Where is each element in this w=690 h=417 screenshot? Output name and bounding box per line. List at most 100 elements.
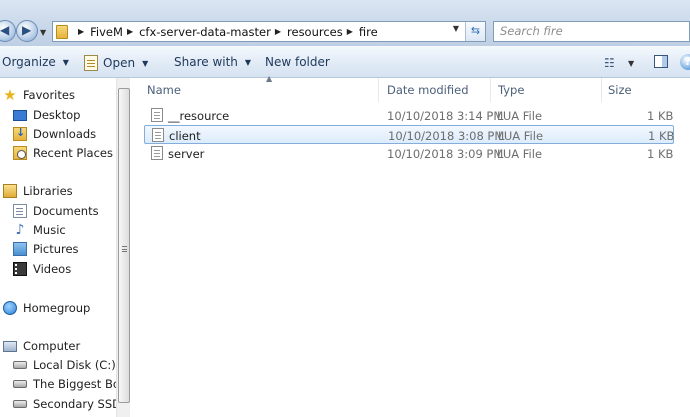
breadcrumb-label[interactable]: fire: [359, 25, 378, 39]
file-row-resource[interactable]: __resource 10/10/2018 3:14 PM LUA File 1…: [144, 106, 674, 125]
homegroup-icon: [3, 301, 17, 315]
column-label: Date modified: [387, 83, 469, 97]
navigation-pane: ★ Favorites Desktop Downloads Recent Pla…: [0, 78, 116, 417]
nav-recent-places[interactable]: Recent Places: [13, 146, 113, 160]
lua-file-icon: [151, 146, 163, 160]
search-input[interactable]: Search fire: [493, 21, 690, 42]
breadcrumb-label[interactable]: cfx-server-data-master: [139, 25, 271, 39]
breadcrumb-label[interactable]: FiveM: [90, 25, 123, 39]
file-name: client: [169, 129, 201, 143]
nav-secondary-ssd[interactable]: Secondary SSD (E: [13, 397, 116, 411]
address-dropdown-chevron-icon[interactable]: ▼: [453, 24, 459, 33]
refresh-icon: ⇆: [470, 24, 481, 37]
refresh-button[interactable]: ⇆: [465, 22, 485, 41]
file-size: 1 KB: [647, 147, 674, 161]
desktop-icon: [13, 109, 27, 121]
address-bar[interactable]: ▶ FiveM ▶ cfx-server-data-master ▶ resou…: [52, 21, 486, 42]
nav-the-biggest-boy[interactable]: The Biggest Boy: [13, 377, 116, 391]
disk-drive-icon: [13, 400, 27, 408]
nav-desktop[interactable]: Desktop: [13, 108, 80, 122]
column-header-size[interactable]: Size: [602, 78, 690, 102]
file-name: __resource: [168, 109, 230, 123]
breadcrumb-fire[interactable]: ▶ fire: [343, 25, 378, 39]
recent-places-icon: [13, 146, 27, 160]
chevron-right-icon[interactable]: ▶: [275, 27, 281, 36]
file-date-modified: 10/10/2018 3:08 PM: [388, 129, 505, 143]
nav-downloads[interactable]: Downloads: [13, 126, 97, 141]
nav-label: Secondary SSD (E: [33, 397, 116, 411]
nav-computer[interactable]: Computer: [3, 339, 80, 353]
nav-label: Favorites: [23, 88, 75, 102]
organize-label: Organize: [2, 55, 56, 69]
column-header-date-modified[interactable]: Date modified: [381, 78, 491, 102]
chevron-down-icon: ▼: [62, 57, 69, 67]
breadcrumb-resources[interactable]: ▶ resources: [271, 25, 343, 39]
sort-ascending-icon: ▲: [266, 74, 273, 83]
file-icon: [84, 55, 98, 71]
recent-pages-chevron-icon[interactable]: ▼: [40, 28, 46, 37]
nav-label: Libraries: [23, 184, 73, 198]
nav-label: Desktop: [33, 108, 81, 122]
column-header-type[interactable]: Type: [492, 78, 602, 102]
file-type: LUA File: [497, 147, 543, 161]
star-icon: ★: [3, 86, 17, 104]
new-folder-button[interactable]: New folder: [265, 55, 330, 69]
column-header-name[interactable]: ▲ Name: [141, 74, 379, 102]
computer-icon: [3, 340, 17, 352]
breadcrumb-cfx-server-data-master[interactable]: ▶ cfx-server-data-master: [123, 25, 271, 39]
nav-label: Computer: [23, 339, 81, 353]
arrow-right-icon: ▶: [22, 23, 32, 37]
nav-label: Downloads: [33, 127, 97, 141]
folder-icon: [56, 24, 68, 39]
chevron-right-icon[interactable]: ▶: [347, 27, 353, 36]
lua-file-icon: [152, 128, 164, 142]
lua-file-icon: [151, 108, 163, 122]
help-icon[interactable]: ?: [680, 54, 690, 70]
navigation-scrollbar[interactable]: [116, 78, 130, 417]
open-button[interactable]: Open ▼: [84, 55, 148, 71]
nav-videos[interactable]: Videos: [13, 262, 71, 276]
share-with-button[interactable]: Share with ▼: [174, 55, 251, 69]
file-date-modified: 10/10/2018 3:09 PM: [387, 147, 504, 161]
nav-favorites[interactable]: ★ Favorites: [3, 86, 75, 104]
downloads-folder-icon: [13, 126, 27, 141]
nav-label: Local Disk (C:): [33, 358, 116, 372]
nav-label: Videos: [33, 262, 72, 276]
nav-libraries[interactable]: Libraries: [3, 184, 73, 198]
chevron-down-icon[interactable]: ▼: [628, 59, 634, 68]
new-folder-label: New folder: [265, 55, 330, 69]
nav-label: The Biggest Boy: [33, 377, 116, 391]
view-options-icon[interactable]: ☷: [604, 56, 615, 70]
nav-music[interactable]: ♪ Music: [13, 223, 66, 237]
grip-icon: [122, 246, 127, 252]
scrollbar-thumb[interactable]: [118, 88, 130, 403]
organize-button[interactable]: Organize ▼: [2, 55, 69, 69]
breadcrumb-label[interactable]: resources: [287, 25, 343, 39]
open-label: Open: [103, 56, 136, 70]
forward-button[interactable]: ▶: [16, 20, 38, 42]
nav-label: Documents: [33, 204, 99, 218]
documents-icon: [13, 204, 27, 218]
chevron-right-icon[interactable]: ▶: [127, 27, 133, 36]
nav-local-disk[interactable]: Local Disk (C:): [13, 358, 116, 372]
preview-pane-icon[interactable]: [654, 55, 668, 68]
nav-label: Pictures: [33, 242, 79, 256]
disk-drive-icon: [13, 380, 27, 388]
nav-label: Recent Places: [33, 146, 113, 160]
libraries-icon: [3, 184, 17, 198]
breadcrumb-fivem[interactable]: ▶ FiveM: [74, 25, 123, 39]
nav-label: Homegroup: [23, 301, 91, 315]
pictures-icon: [13, 242, 27, 256]
chevron-down-icon: ▼: [244, 57, 252, 67]
file-list: ▲ Name Date modified Type Size __resourc…: [131, 74, 690, 417]
nav-label: Music: [33, 223, 66, 237]
videos-icon: [13, 262, 29, 276]
nav-pictures[interactable]: Pictures: [13, 242, 79, 256]
back-button[interactable]: ◀: [0, 20, 16, 42]
chevron-right-icon[interactable]: ▶: [78, 27, 84, 36]
nav-documents[interactable]: Documents: [13, 204, 99, 218]
file-row-client[interactable]: client 10/10/2018 3:08 PM LUA File 1 KB: [144, 125, 674, 144]
nav-homegroup[interactable]: Homegroup: [3, 301, 90, 315]
file-row-server[interactable]: server 10/10/2018 3:09 PM LUA File 1 KB: [144, 144, 674, 163]
column-label: Name: [147, 83, 181, 97]
